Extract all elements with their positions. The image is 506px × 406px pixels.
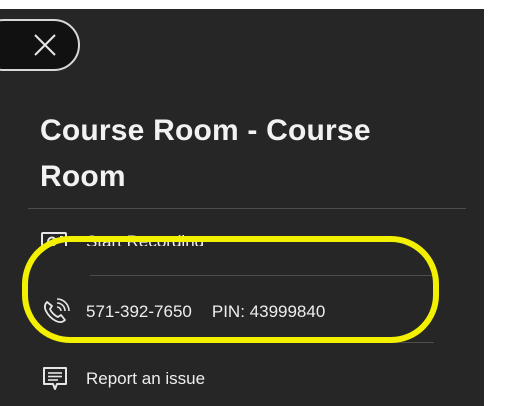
close-icon (34, 34, 56, 56)
phone-icon (40, 297, 70, 327)
start-recording-label: Start Recording (86, 232, 205, 251)
report-issue-menu-item[interactable]: Report an issue (40, 364, 205, 394)
divider (90, 275, 434, 276)
start-recording-menu-item[interactable]: Start Recording (40, 227, 205, 251)
phone-number: 571-392-7650 (86, 302, 192, 321)
session-menu-panel: Course Room - Course Room Start Recordin… (0, 9, 484, 406)
phone-dial-in-item[interactable]: 571-392-7650 PIN: 43999840 (40, 297, 325, 327)
report-issue-label: Report an issue (86, 369, 206, 388)
feedback-icon (40, 364, 70, 394)
phone-pin: PIN: 43999840 (211, 302, 326, 321)
record-camera-icon (40, 227, 70, 246)
divider (90, 342, 434, 343)
divider (28, 208, 466, 209)
close-button[interactable] (0, 19, 80, 71)
session-title: Course Room - Course Room (40, 114, 371, 193)
